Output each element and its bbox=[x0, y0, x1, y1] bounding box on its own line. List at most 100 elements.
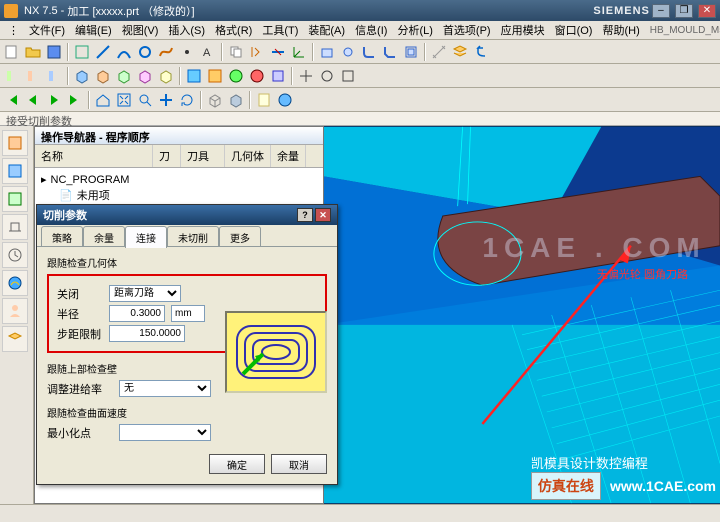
menu-format[interactable]: 格式(R) bbox=[211, 21, 256, 39]
prev-icon[interactable] bbox=[23, 90, 43, 110]
tool-a-icon[interactable] bbox=[2, 66, 22, 86]
rotate-icon[interactable] bbox=[177, 90, 197, 110]
ok-button[interactable]: 确定 bbox=[209, 454, 265, 474]
op-gen-icon[interactable] bbox=[226, 66, 246, 86]
col-toolchange[interactable]: 刀 bbox=[153, 145, 181, 167]
nav-assembly-icon[interactable] bbox=[2, 130, 28, 156]
box3-icon[interactable] bbox=[114, 66, 134, 86]
spline-icon[interactable] bbox=[156, 42, 176, 62]
nav-roles-icon[interactable] bbox=[2, 298, 28, 324]
cancel-button[interactable]: 取消 bbox=[271, 454, 327, 474]
menu-tools[interactable]: 工具(T) bbox=[258, 21, 302, 39]
chamfer-icon[interactable] bbox=[380, 42, 400, 62]
feature-icon[interactable] bbox=[317, 42, 337, 62]
tool-b-icon[interactable] bbox=[23, 66, 43, 86]
close-button[interactable]: ✕ bbox=[698, 4, 716, 18]
misc1-icon[interactable] bbox=[296, 66, 316, 86]
shade-icon[interactable] bbox=[226, 90, 246, 110]
menu-insert[interactable]: 插入(S) bbox=[164, 21, 209, 39]
menu-analysis[interactable]: 分析(L) bbox=[393, 21, 436, 39]
pan-icon[interactable] bbox=[156, 90, 176, 110]
zoom-icon[interactable] bbox=[135, 90, 155, 110]
box5-icon[interactable] bbox=[156, 66, 176, 86]
first-icon[interactable] bbox=[2, 90, 22, 110]
undo-icon[interactable] bbox=[471, 42, 491, 62]
mirror-icon[interactable] bbox=[247, 42, 267, 62]
measure-icon[interactable] bbox=[429, 42, 449, 62]
menu-info[interactable]: 信息(I) bbox=[351, 21, 391, 39]
op-post-icon[interactable] bbox=[268, 66, 288, 86]
feed-adjust-select[interactable]: 无 bbox=[119, 380, 211, 397]
hole-icon[interactable] bbox=[338, 42, 358, 62]
dialog-close-button[interactable]: ✕ bbox=[315, 208, 331, 222]
new-icon[interactable] bbox=[2, 42, 22, 62]
menu-tail: HB_MOULD_M5.5 M5G bbox=[646, 24, 720, 37]
tab-strategy[interactable]: 策略 bbox=[41, 226, 83, 248]
misc3-icon[interactable] bbox=[338, 66, 358, 86]
shell-icon[interactable] bbox=[401, 42, 421, 62]
col-geometry[interactable]: 几何体 bbox=[225, 145, 271, 167]
text-icon[interactable]: A bbox=[198, 42, 218, 62]
nav-layers-icon[interactable] bbox=[2, 326, 28, 352]
point-icon[interactable] bbox=[177, 42, 197, 62]
home-view-icon[interactable] bbox=[93, 90, 113, 110]
wire-icon[interactable] bbox=[205, 90, 225, 110]
dialog-footer: 确定 取消 bbox=[47, 444, 327, 474]
tab-connect[interactable]: 未切削 bbox=[167, 226, 219, 248]
misc2-icon[interactable] bbox=[317, 66, 337, 86]
menu-file[interactable]: 文件(F) bbox=[25, 21, 69, 39]
dialog-help-button[interactable]: ? bbox=[297, 208, 313, 222]
smoothing-select[interactable]: 距离刀路 bbox=[109, 285, 181, 302]
copy-icon[interactable] bbox=[226, 42, 246, 62]
layer-icon[interactable] bbox=[450, 42, 470, 62]
tab-corners[interactable]: 连接 bbox=[125, 226, 167, 248]
menu-window[interactable]: 窗口(O) bbox=[551, 21, 597, 39]
box-icon[interactable] bbox=[72, 66, 92, 86]
minimize-button[interactable]: – bbox=[652, 4, 670, 18]
op-create-icon[interactable] bbox=[184, 66, 204, 86]
tab-uncut[interactable]: 更多 bbox=[219, 226, 261, 248]
open-icon[interactable] bbox=[23, 42, 43, 62]
op-verify-icon[interactable] bbox=[247, 66, 267, 86]
nav-part-icon[interactable] bbox=[2, 158, 28, 184]
menu-preferences[interactable]: 首选项(P) bbox=[439, 21, 495, 39]
tool-c-icon[interactable] bbox=[44, 66, 64, 86]
csys-icon[interactable] bbox=[289, 42, 309, 62]
col-name[interactable]: 名称 bbox=[35, 145, 153, 167]
nav-ie-icon[interactable] bbox=[2, 270, 28, 296]
menu-view[interactable]: 视图(V) bbox=[118, 21, 163, 39]
min-point-select[interactable] bbox=[119, 424, 211, 441]
arc-icon[interactable] bbox=[114, 42, 134, 62]
circle-icon[interactable] bbox=[135, 42, 155, 62]
menu-edit[interactable]: 编辑(E) bbox=[71, 21, 116, 39]
step-limit-input[interactable] bbox=[109, 325, 185, 342]
op-edit-icon[interactable] bbox=[205, 66, 225, 86]
tab-stock[interactable]: 余量 bbox=[83, 226, 125, 248]
box4-icon[interactable] bbox=[135, 66, 155, 86]
toolpath-preview bbox=[225, 311, 327, 393]
box2-icon[interactable] bbox=[93, 66, 113, 86]
graphics-viewport[interactable]: 1CAE . COM 无偏光轮 圆角刀路 凯模具设计数控编程 仿真在线 www.… bbox=[324, 126, 720, 504]
menu-application[interactable]: 应用模块 bbox=[497, 21, 549, 39]
radius-input[interactable] bbox=[109, 305, 165, 322]
trim-icon[interactable] bbox=[268, 42, 288, 62]
book-icon[interactable] bbox=[254, 90, 274, 110]
dialog-titlebar[interactable]: 切削参数 ? ✕ bbox=[37, 205, 337, 225]
nav-history-icon[interactable] bbox=[2, 242, 28, 268]
next-icon[interactable] bbox=[44, 90, 64, 110]
maximize-button[interactable]: ❐ bbox=[675, 4, 693, 18]
radius-unit[interactable]: mm bbox=[171, 305, 205, 322]
nav-op-icon[interactable] bbox=[2, 186, 28, 212]
fit-icon[interactable] bbox=[114, 90, 134, 110]
col-stock[interactable]: 余量 bbox=[271, 145, 306, 167]
menu-help[interactable]: 帮助(H) bbox=[598, 21, 643, 39]
globe-icon[interactable] bbox=[275, 90, 295, 110]
sketch-icon[interactable] bbox=[72, 42, 92, 62]
save-icon[interactable] bbox=[44, 42, 64, 62]
line-icon[interactable] bbox=[93, 42, 113, 62]
last-icon[interactable] bbox=[65, 90, 85, 110]
blend-icon[interactable] bbox=[359, 42, 379, 62]
col-tool[interactable]: 刀具 bbox=[181, 145, 225, 167]
nav-machine-icon[interactable] bbox=[2, 214, 28, 240]
menu-assembly[interactable]: 装配(A) bbox=[304, 21, 349, 39]
